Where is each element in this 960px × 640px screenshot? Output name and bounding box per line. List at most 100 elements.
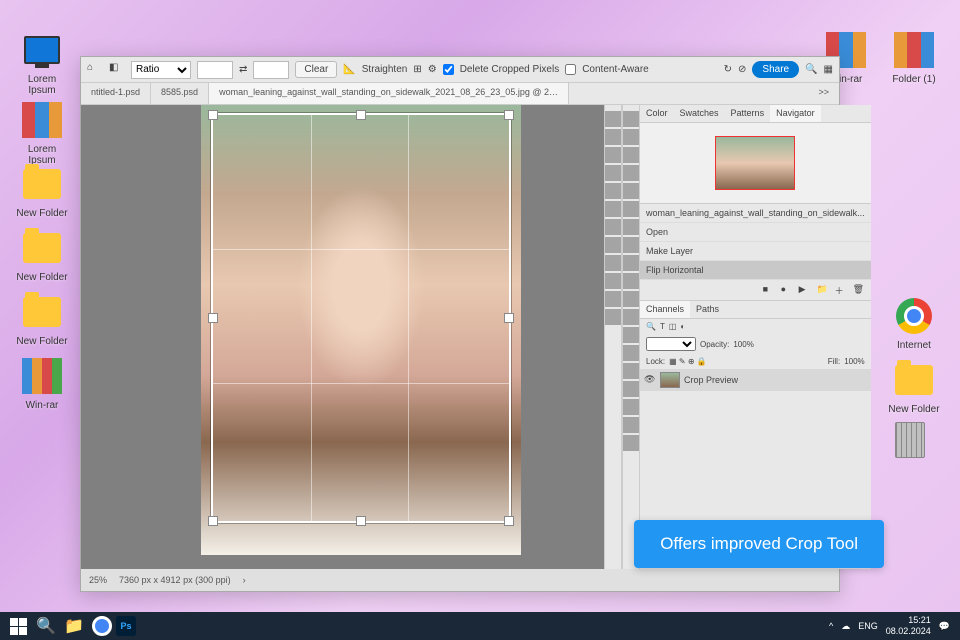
heal-tool-icon[interactable] <box>623 219 639 235</box>
notifications-icon[interactable]: 💬 <box>939 621 950 632</box>
width-input[interactable] <box>197 61 233 79</box>
height-input[interactable] <box>253 61 289 79</box>
move-tool-icon[interactable] <box>623 111 639 127</box>
content-aware-checkbox[interactable] <box>565 64 576 75</box>
panel-icon[interactable] <box>605 255 621 271</box>
type-tool-icon[interactable] <box>623 363 639 379</box>
delete-cropped-checkbox[interactable] <box>443 64 454 75</box>
panel-icon[interactable] <box>605 309 621 325</box>
start-button[interactable] <box>4 614 32 638</box>
search-icon[interactable]: 🔍 <box>805 64 817 75</box>
desktop-icon-thispc[interactable]: Lorem Ipsum <box>14 30 70 96</box>
panel-icon[interactable] <box>605 111 621 127</box>
tabs-overflow[interactable]: >> <box>808 83 839 104</box>
brush-tool-icon[interactable] <box>623 237 639 253</box>
home-icon[interactable]: ⌂ <box>87 62 103 78</box>
tab-swatches[interactable]: Swatches <box>674 105 725 122</box>
desktop-icon-trash[interactable] <box>882 420 938 464</box>
explorer-icon[interactable]: 📁 <box>60 614 88 638</box>
blend-mode-select[interactable] <box>646 337 696 351</box>
panel-icon[interactable] <box>605 291 621 307</box>
visibility-icon[interactable]: 👁 <box>644 374 656 386</box>
tab-woman[interactable]: woman_leaning_against_wall_standing_on_s… <box>209 83 569 104</box>
opacity-value[interactable]: 100% <box>733 340 753 349</box>
panel-icon[interactable] <box>605 165 621 181</box>
desktop-icon-folder[interactable]: New Folder <box>14 292 70 347</box>
tab-color[interactable]: Color <box>640 105 674 122</box>
play-icon[interactable]: ▶ <box>799 284 811 296</box>
stop-icon[interactable]: ■ <box>763 284 775 296</box>
language-indicator[interactable]: ENG <box>858 621 878 631</box>
tray-chevron-icon[interactable]: ^ <box>829 621 833 631</box>
clock[interactable]: 15:21 08.02.2024 <box>886 615 931 637</box>
action-open[interactable]: Open <box>640 223 871 242</box>
navigator-preview[interactable] <box>640 123 871 203</box>
grid-icon[interactable]: ⊞ <box>413 64 421 75</box>
blur-tool-icon[interactable] <box>623 309 639 325</box>
crop-handle[interactable] <box>356 516 366 526</box>
hand-tool-icon[interactable] <box>623 417 639 433</box>
crop-tool-icon[interactable] <box>623 183 639 199</box>
crop-handle[interactable] <box>208 313 218 323</box>
marquee-tool-icon[interactable] <box>623 129 639 145</box>
swap-icon[interactable]: ⇄ <box>239 64 247 75</box>
panel-icon[interactable] <box>605 273 621 289</box>
desktop-icon-folder1[interactable]: Folder (1) <box>886 30 942 85</box>
action-make-layer[interactable]: Make Layer <box>640 242 871 261</box>
desktop-icon-internet[interactable]: Internet <box>886 296 942 351</box>
zoom-tool-icon[interactable] <box>623 435 639 451</box>
eraser-tool-icon[interactable] <box>623 273 639 289</box>
share-button[interactable]: Share <box>752 61 799 78</box>
tray-onedrive-icon[interactable]: ☁ <box>841 621 850 632</box>
crop-handle[interactable] <box>504 516 514 526</box>
eyedropper-tool-icon[interactable] <box>623 201 639 217</box>
panel-icon[interactable] <box>605 183 621 199</box>
chevron-right-icon[interactable]: › <box>243 575 246 585</box>
canvas[interactable] <box>81 105 604 569</box>
crop-handle[interactable] <box>208 110 218 120</box>
photoshop-taskbar-icon[interactable]: Ps <box>116 616 136 636</box>
chrome-taskbar-icon[interactable] <box>88 614 116 638</box>
clear-button[interactable]: Clear <box>295 61 337 78</box>
dodge-tool-icon[interactable] <box>623 327 639 343</box>
fill-value[interactable]: 100% <box>844 357 864 366</box>
desktop-icon-winrar[interactable]: Win-rar <box>14 356 70 411</box>
tab-8585[interactable]: 8585.psd <box>151 83 209 104</box>
stamp-tool-icon[interactable] <box>623 255 639 271</box>
lock-icons[interactable]: ▦ ✎ ⊕ 🔒 <box>669 357 707 366</box>
shape-tool-icon[interactable] <box>623 399 639 415</box>
reset-icon[interactable]: ↻ <box>724 64 732 75</box>
crop-icon[interactable]: ◧ <box>109 62 125 78</box>
crop-handle[interactable] <box>504 313 514 323</box>
wand-tool-icon[interactable] <box>623 165 639 181</box>
panel-icon[interactable] <box>605 147 621 163</box>
new-icon[interactable]: ＋ <box>835 284 847 296</box>
search-icon[interactable]: 🔍 <box>32 614 60 638</box>
folder-icon[interactable]: 📁 <box>817 284 829 296</box>
panel-icon[interactable] <box>605 129 621 145</box>
record-icon[interactable]: ● <box>781 284 793 296</box>
gradient-tool-icon[interactable] <box>623 291 639 307</box>
tab-channels[interactable]: Channels <box>640 301 690 318</box>
layer-crop-preview[interactable]: 👁 Crop Preview <box>640 369 871 391</box>
tab-navigator[interactable]: Navigator <box>770 105 821 122</box>
tab-paths[interactable]: Paths <box>690 301 725 318</box>
desktop-icon-folder[interactable]: New Folder <box>14 228 70 283</box>
action-flip-horizontal[interactable]: Flip Horizontal <box>640 261 871 280</box>
trash-icon[interactable]: 🗑 <box>853 284 865 296</box>
zoom-level[interactable]: 25% <box>89 575 107 585</box>
straighten-icon[interactable]: 📐 <box>343 64 355 75</box>
panel-icon[interactable] <box>605 219 621 235</box>
workspace-icon[interactable]: ▦ <box>824 64 833 75</box>
cancel-icon[interactable]: ⊘ <box>738 64 746 75</box>
crop-handle[interactable] <box>504 110 514 120</box>
actions-filename[interactable]: woman_leaning_against_wall_standing_on_s… <box>640 204 871 223</box>
desktop-icon-folder[interactable]: New Folder <box>14 164 70 219</box>
desktop-icon-newfolder[interactable]: New Folder <box>886 360 942 415</box>
tab-patterns[interactable]: Patterns <box>725 105 771 122</box>
path-tool-icon[interactable] <box>623 381 639 397</box>
panel-icon[interactable] <box>605 201 621 217</box>
tab-untitled[interactable]: ntitled-1.psd <box>81 83 151 104</box>
settings-icon[interactable]: ⚙ <box>428 64 437 75</box>
ratio-select[interactable]: Ratio <box>131 61 191 79</box>
